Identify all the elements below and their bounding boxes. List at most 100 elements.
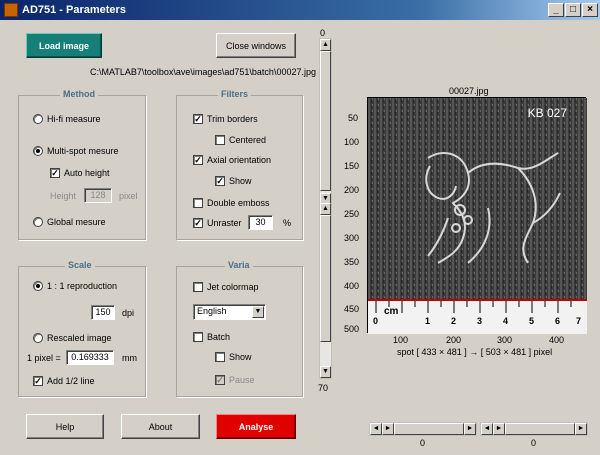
ruler-number-6: 6 [555,316,561,326]
show-axial-checkbox[interactable]: ✓ [215,176,225,186]
spot-caption: spot [ 433 × 481 ] → [ 503 × 481 ] pixel [397,347,553,357]
left-hslider-value: 0 [420,438,426,448]
multispot-label: Multi-spot mesure [47,146,119,156]
ruler-number-7: 7 [576,316,582,326]
matlab-app-icon [4,3,18,17]
dpi-field[interactable]: 150 [91,305,115,320]
ruler-number-1: 1 [425,316,431,326]
right-hslider-value: 0 [531,438,537,448]
ruler-number-3: 3 [477,316,483,326]
show-axial-label: Show [229,176,252,186]
double-emboss-checkbox[interactable] [193,198,203,208]
auto-height-label: Auto height [64,168,110,178]
image-axes: KB 027 cm 0 1 2 3 4 5 6 7 [367,97,587,334]
about-button[interactable]: About [121,414,200,439]
ytick-450: 450 [344,304,360,314]
minimize-button[interactable]: _ [548,3,564,17]
batch-label: Batch [207,332,231,342]
trim-borders-label: Trim borders [207,114,258,124]
vslider-bottom-label: 70 [318,383,329,393]
varia-title: Varia [225,260,253,270]
vslider-up-icon[interactable]: ▲ [320,39,331,51]
stamp-image [368,98,587,334]
multispot-radio[interactable] [33,146,43,156]
right-hslider-thumb[interactable] [505,423,575,435]
window-title: AD751 - Parameters [22,4,126,16]
add-half-line-checkbox[interactable]: ✓ [33,376,43,386]
right-hslider-step-right-icon[interactable]: ► [493,423,505,435]
vslider-down-icon[interactable]: ▼ [320,366,331,378]
batch-show-label: Show [229,352,252,362]
vslider-thumb[interactable] [320,51,331,191]
dpi-unit: dpi [122,308,135,318]
auto-height-checkbox[interactable]: ✓ [50,168,60,178]
left-hslider-step-right-icon[interactable]: ► [382,423,394,435]
ytick-100: 100 [344,137,360,147]
left-hslider-right-icon[interactable]: ► [464,423,476,435]
right-hslider-right-icon[interactable]: ► [575,423,587,435]
rescaled-label: Rescaled image [47,333,112,343]
ytick-150: 150 [344,161,360,171]
pause-checkbox[interactable]: ✓ [215,375,225,385]
load-image-button[interactable]: Load image [26,33,102,58]
ytick-400: 400 [344,281,360,291]
filters-title: Filters [218,89,252,99]
analyse-button[interactable]: Analyse [216,414,296,439]
axial-orientation-label: Axial orientation [207,155,272,165]
rescaled-radio[interactable] [33,333,43,343]
vslider-step-up-icon[interactable]: ▲ [320,203,331,215]
axial-orientation-checkbox[interactable]: ✓ [193,155,203,165]
pause-label: Pause [229,375,255,385]
reproduction-radio[interactable] [33,281,43,291]
ytick-300: 300 [344,233,360,243]
xtick-100: 100 [393,335,409,345]
trim-borders-checkbox[interactable]: ✓ [193,114,203,124]
height-label: Height [50,191,77,201]
ytick-50: 50 [348,113,359,123]
scale-title: Scale [65,260,95,270]
image-title: 00027.jpg [449,86,489,96]
language-select[interactable]: English ▼ [193,304,266,320]
xtick-200: 200 [446,335,462,345]
add-half-line-label: Add 1/2 line [47,376,95,386]
ytick-350: 350 [344,257,360,267]
right-hslider-left-icon[interactable]: ◄ [481,423,493,435]
pixel-label: 1 pixel = [27,353,61,363]
height-unit: pixel [119,191,138,201]
help-button[interactable]: Help [26,414,104,439]
pixel-size-field[interactable]: 0.169333 [66,350,114,365]
centered-label: Centered [229,135,267,145]
reproduction-label: 1 : 1 reproduction [47,281,118,291]
centered-checkbox[interactable] [215,135,225,145]
batch-checkbox[interactable] [193,332,203,342]
ruler-number-2: 2 [451,316,457,326]
ruler-number-5: 5 [529,316,535,326]
pixel-unit: mm [122,353,137,363]
left-hslider-thumb[interactable] [394,423,464,435]
vslider-lower-track[interactable] [320,215,331,342]
chevron-down-icon[interactable]: ▼ [252,306,264,318]
global-radio[interactable] [33,217,43,227]
ytick-250: 250 [344,209,360,219]
close-windows-button[interactable]: Close windows [216,33,296,58]
unraster-label: Unraster [207,218,242,228]
unraster-field[interactable]: 30 [248,215,273,230]
stamp-label: KB 027 [527,106,567,120]
left-hslider-left-icon[interactable]: ◄ [370,423,382,435]
global-label: Global mesure [47,217,106,227]
height-field[interactable]: 128 [84,188,112,203]
red-scale-line [368,299,587,301]
close-window-button[interactable]: × [582,3,598,17]
language-value: English [197,306,227,316]
ruler-unit: cm [384,306,399,317]
maximize-button[interactable]: □ [565,3,581,17]
unraster-checkbox[interactable]: ✓ [193,218,203,228]
batch-show-checkbox[interactable] [215,352,225,362]
method-title: Method [60,89,98,99]
unraster-unit: % [283,218,292,228]
hifi-radio[interactable] [33,114,43,124]
ytick-200: 200 [344,185,360,195]
jet-colormap-checkbox[interactable] [193,282,203,292]
double-emboss-label: Double emboss [207,198,270,208]
jet-colormap-label: Jet colormap [207,282,259,292]
